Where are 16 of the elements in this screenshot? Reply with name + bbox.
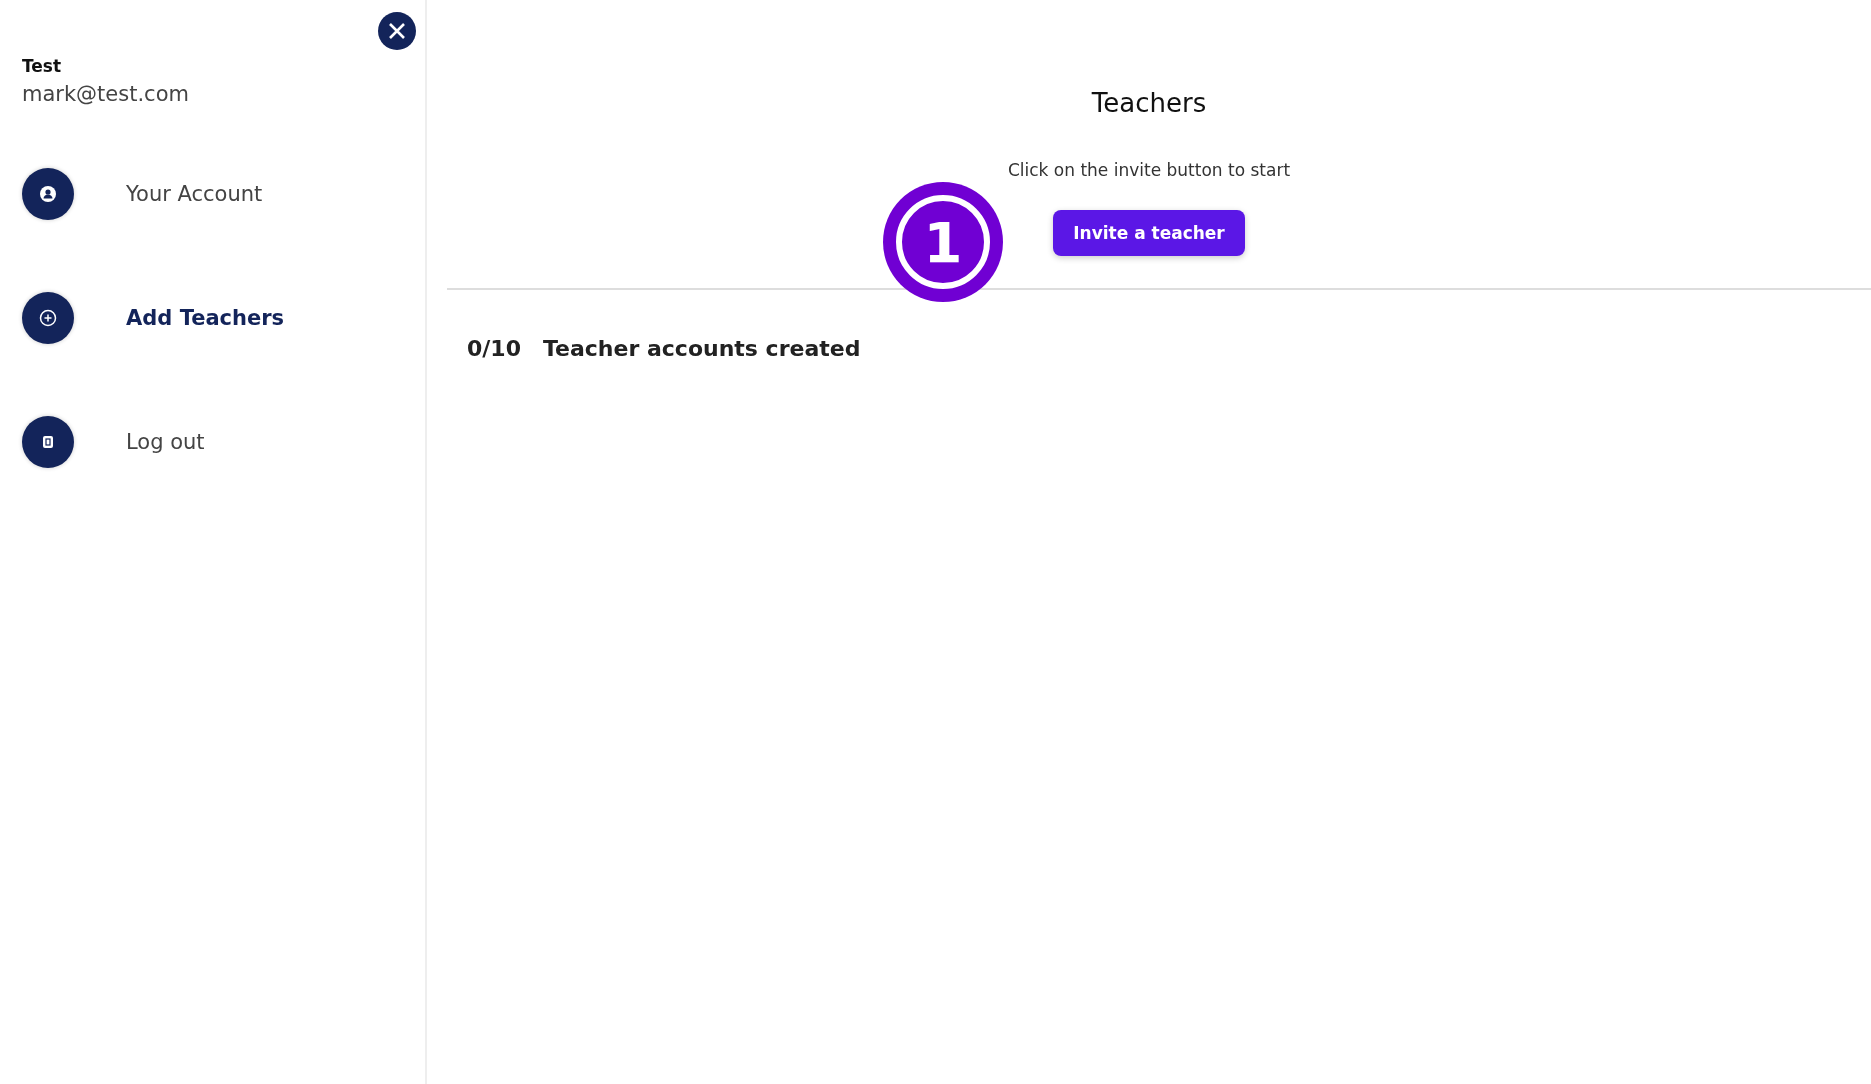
- close-button[interactable]: [378, 12, 416, 50]
- logout-icon[interactable]: [22, 416, 74, 468]
- user-name: Test: [22, 56, 63, 76]
- step-marker: 1: [883, 182, 1003, 302]
- count-label: Teacher accounts created: [542, 336, 861, 361]
- plus-icon[interactable]: [22, 292, 74, 344]
- nav-item[interactable]: Add Teachers: [126, 306, 285, 330]
- invite-button[interactable]: Invite a teacher: [1053, 210, 1245, 256]
- instruction-text: Click on the invite button to start: [1007, 160, 1291, 180]
- person-icon[interactable]: [22, 168, 74, 220]
- user-email: mark@test.com: [22, 82, 190, 106]
- page-title: Teachers: [1091, 88, 1207, 118]
- nav-item[interactable]: Log out: [126, 430, 205, 454]
- nav-item[interactable]: Your Account: [126, 182, 263, 206]
- account-count: 0/10: [467, 336, 521, 361]
- close-icon: [387, 21, 407, 41]
